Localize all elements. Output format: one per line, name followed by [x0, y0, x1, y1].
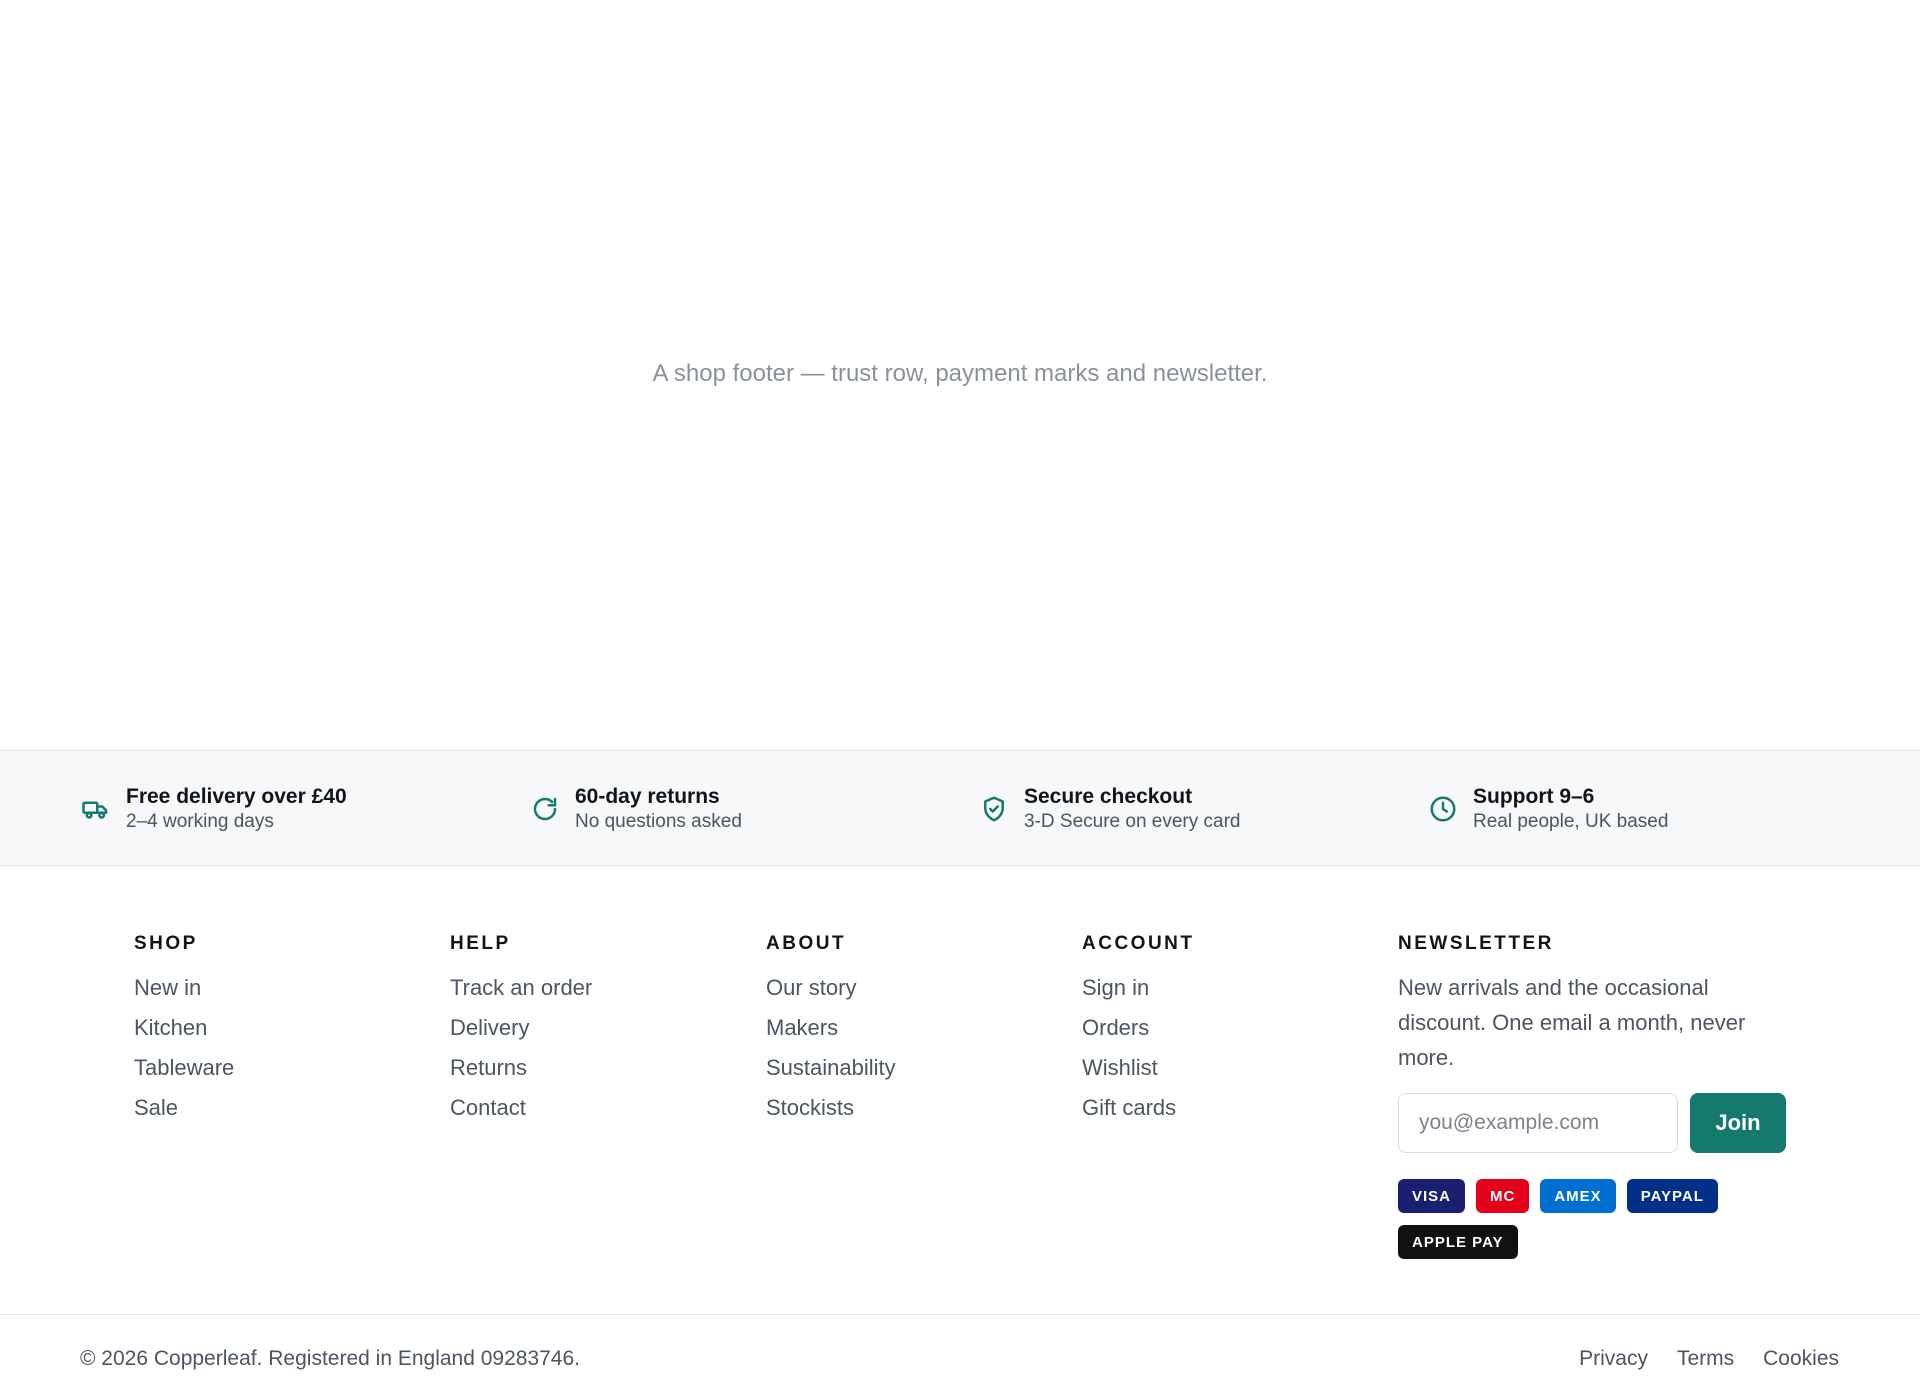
payment-marks: VISA MC AMEX PAYPAL APPLE PAY: [1398, 1179, 1798, 1271]
footer-link[interactable]: Makers: [766, 1015, 838, 1040]
trust-subtitle: Real people, UK based: [1473, 811, 1669, 832]
trust-subtitle: 2–4 working days: [126, 811, 274, 832]
footer-link[interactable]: Delivery: [450, 1015, 529, 1040]
footer-link[interactable]: Tableware: [134, 1055, 234, 1080]
footer-link[interactable]: Sign in: [1082, 975, 1149, 1000]
footer-column-help: HELP Track an order Delivery Returns Con…: [450, 932, 592, 1134]
privacy-link[interactable]: Privacy: [1579, 1345, 1648, 1373]
payment-mark-visa: VISA: [1398, 1179, 1466, 1213]
footer-link[interactable]: Our story: [766, 975, 856, 1000]
footer-link[interactable]: Wishlist: [1082, 1055, 1158, 1080]
payment-mark-mastercard: MC: [1476, 1179, 1530, 1213]
trust-item-returns: 60-day returns No questions asked: [529, 784, 742, 834]
footer-link[interactable]: Returns: [450, 1055, 527, 1080]
newsletter-text: New arrivals and the occasional discount…: [1398, 975, 1746, 1070]
newsletter-form: Join: [1398, 1093, 1798, 1153]
footer-link[interactable]: New in: [134, 975, 201, 1000]
refresh-icon: [529, 793, 561, 825]
bottom-bar: © 2026 Copperleaf. Registered in England…: [0, 1314, 1920, 1400]
email-input[interactable]: [1398, 1093, 1678, 1153]
footer-link[interactable]: Orders: [1082, 1015, 1149, 1040]
trust-subtitle: No questions asked: [575, 811, 742, 832]
page: A shop footer — trust row, payment marks…: [0, 0, 1920, 1400]
trust-title: Support 9–6: [1473, 785, 1595, 808]
trust-item-support: Support 9–6 Real people, UK based: [1427, 784, 1668, 834]
footer-column-about: ABOUT Our story Makers Sustainability St…: [766, 932, 896, 1134]
column-heading: ACCOUNT: [1082, 933, 1195, 954]
clock-icon: [1427, 793, 1459, 825]
trust-title: 60-day returns: [575, 785, 720, 808]
column-heading: HELP: [450, 933, 511, 954]
footer-link[interactable]: Sustainability: [766, 1055, 896, 1080]
trust-subtitle: 3-D Secure on every card: [1024, 811, 1241, 832]
newsletter-heading: NEWSLETTER: [1398, 933, 1554, 954]
payment-mark-paypal: PAYPAL: [1626, 1179, 1718, 1213]
trust-row: Free delivery over £40 2–4 working days …: [0, 750, 1920, 866]
trust-item-secure: Secure checkout 3-D Secure on every card: [978, 784, 1241, 834]
shield-check-icon: [978, 793, 1010, 825]
legal-links: Privacy Terms Cookies: [1550, 1345, 1839, 1373]
cookies-link[interactable]: Cookies: [1763, 1345, 1839, 1373]
footer-column-shop: SHOP New in Kitchen Tableware Sale: [134, 932, 234, 1134]
footer-main: SHOP New in Kitchen Tableware Sale HELP …: [0, 866, 1920, 1316]
copyright-text: © 2026 Copperleaf. Registered in England…: [80, 1347, 581, 1370]
trust-item-delivery: Free delivery over £40 2–4 working days: [80, 784, 347, 834]
footer-link[interactable]: Stockists: [766, 1095, 854, 1120]
hero-placeholder: A shop footer — trust row, payment marks…: [0, 0, 1920, 750]
footer-column-account: ACCOUNT Sign in Orders Wishlist Gift car…: [1082, 932, 1195, 1134]
footer-link[interactable]: Kitchen: [134, 1015, 207, 1040]
footer-link[interactable]: Contact: [450, 1095, 526, 1120]
trust-title: Secure checkout: [1024, 785, 1193, 808]
hero-caption: A shop footer — trust row, payment marks…: [652, 360, 1268, 387]
newsletter: NEWSLETTER New arrivals and the occasion…: [1398, 932, 1798, 1271]
footer-link[interactable]: Track an order: [450, 975, 592, 1000]
payment-mark-apple-pay: APPLE PAY: [1398, 1225, 1518, 1259]
footer-link[interactable]: Gift cards: [1082, 1095, 1176, 1120]
join-button[interactable]: Join: [1690, 1093, 1786, 1153]
terms-link[interactable]: Terms: [1677, 1345, 1734, 1373]
truck-icon: [80, 793, 112, 825]
footer-link[interactable]: Sale: [134, 1095, 178, 1120]
trust-title: Free delivery over £40: [126, 785, 347, 808]
column-heading: SHOP: [134, 933, 198, 954]
column-heading: ABOUT: [766, 933, 847, 954]
payment-mark-amex: AMEX: [1540, 1179, 1616, 1213]
